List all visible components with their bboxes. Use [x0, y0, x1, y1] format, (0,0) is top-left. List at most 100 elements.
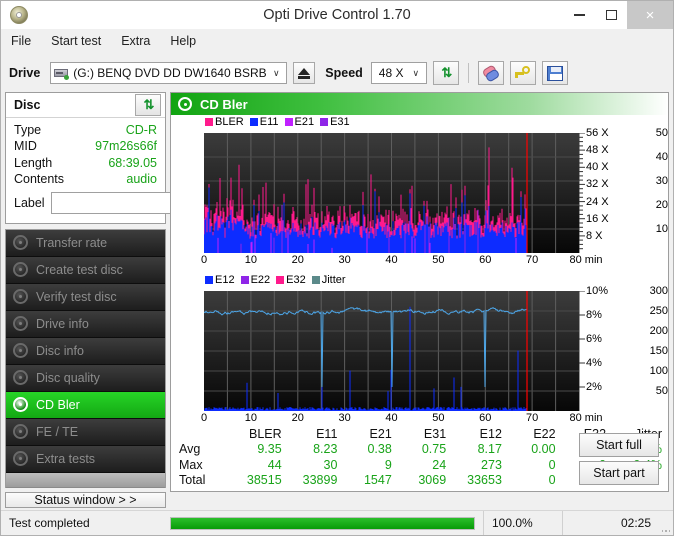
x-tick-label: 70 [525, 412, 539, 424]
disc-length-value: 68:39.05 [108, 155, 157, 170]
panel-title: CD Bler [200, 96, 248, 112]
stats-cell: 0.75 [421, 442, 447, 456]
sidebar-item-disc-quality[interactable]: Disc quality [6, 364, 165, 392]
sidebar-item-drive-info[interactable]: Drive info [6, 310, 165, 338]
sidebar-item-disc-info[interactable]: Disc info [6, 337, 165, 365]
stats-col-e31: E31 [423, 427, 447, 441]
disc-icon [13, 370, 28, 386]
sidebar-item-label: Transfer rate [36, 235, 108, 250]
legend-label: E11 [259, 116, 279, 128]
left-sidebar: Disc ⇅ Type CD-R MID 97m26s66f Length 68… [5, 92, 257, 508]
disc-type-label: Type [14, 123, 42, 137]
sidebar-item-label: Drive info [36, 316, 89, 331]
disc-contents-label: Contents [14, 172, 65, 187]
opti-drive-control-window: Opti Drive Control 1.70 × File Start tes… [0, 0, 674, 536]
right-tick-label: 6% [586, 333, 602, 345]
sidebar-item-create-test-disc[interactable]: Create test disc [6, 256, 165, 284]
right-tick-label: 32 X [586, 178, 609, 191]
right-tick-label: 16 X [586, 212, 609, 225]
sidebar-item-label: Disc info [36, 343, 84, 358]
disc-icon [178, 97, 192, 111]
maximize-button[interactable] [595, 1, 627, 29]
x-tick-label: 60 [479, 412, 492, 424]
legend-item-e31: E31 [320, 116, 350, 128]
right-tick-label: 8 X [586, 229, 603, 242]
x-tick-label: 0 [200, 412, 208, 424]
sidebar-item-cd-bler[interactable]: CD Bler [6, 391, 165, 419]
stats-cell: 38515 [246, 473, 282, 487]
y-tick-label: 150 [649, 345, 668, 357]
window-controls: × [563, 1, 673, 29]
stats-col-bler: BLER [249, 427, 282, 441]
sidebar-item-transfer-rate[interactable]: Transfer rate [6, 229, 165, 257]
y-tick-label: 50 [655, 385, 668, 397]
menu-item-extra[interactable]: Extra [121, 34, 150, 48]
drive-select[interactable]: (G:) BENQ DVD DD DW1640 BSRB ∨ [50, 62, 288, 84]
disc-panel-title: Disc [14, 98, 41, 112]
y-tick-label: 250 [649, 305, 668, 317]
x-tick-label: 30 [338, 254, 351, 266]
stats-row-label: Max [179, 457, 203, 472]
stats-cell: 0.38 [367, 442, 392, 456]
legend-item-e22: E22 [240, 274, 270, 286]
refresh-icon: ⇅ [441, 65, 452, 80]
eject-button[interactable] [293, 62, 316, 84]
legend-item-bler: BLER [205, 116, 244, 128]
save-button[interactable] [541, 61, 568, 85]
stats-cell: 9.35 [257, 442, 282, 456]
menu-item-start-test[interactable]: Start test [51, 34, 101, 48]
disc-refresh-button[interactable]: ⇅ [135, 94, 161, 116]
speed-select[interactable]: 48 X ∨ [370, 62, 427, 84]
stats-col-e11: E11 [316, 427, 338, 441]
toolbar: Drive (G:) BENQ DVD DD DW1640 BSRB ∨ Spe… [1, 54, 673, 92]
progress-bar [162, 511, 483, 535]
legend-item-jitter: Jitter [311, 274, 346, 286]
stats-cell: 9 [384, 457, 392, 472]
sidebar-item-extra-tests[interactable]: Extra tests [6, 445, 165, 473]
start-full-button[interactable]: Start full [579, 433, 659, 457]
y-tick-label: 50 [655, 127, 668, 139]
y-tick-label: 40 [655, 151, 668, 163]
erase-button[interactable] [477, 61, 504, 85]
jitter-chart-legend: E12 E22 E32 Jitter [205, 274, 349, 286]
y-tick-label: 30 [655, 175, 668, 187]
menu-item-help[interactable]: Help [170, 34, 196, 48]
legend-label: E32 [286, 274, 306, 286]
y-tick-label: 10 [655, 223, 668, 235]
stats-cell: 8.17 [477, 442, 502, 456]
legend-swatch [205, 118, 213, 126]
menu-item-file[interactable]: File [11, 34, 31, 48]
status-bar: Test completed 100.0% 02:25 [1, 510, 673, 535]
y-tick-label: 100 [649, 365, 668, 377]
disc-row-mid: MID 97m26s66f [14, 138, 157, 154]
minimize-button[interactable] [563, 1, 595, 29]
speed-label: Speed [325, 66, 363, 80]
start-part-button[interactable]: Start part [579, 461, 659, 485]
progress-fill [171, 517, 474, 529]
disc-row-type: Type CD-R [14, 122, 157, 138]
legend-swatch [205, 276, 213, 284]
disc-icon [13, 397, 28, 413]
key-button[interactable] [509, 61, 536, 85]
x-tick-label: 20 [291, 412, 304, 424]
cd-bler-panel: CD Bler BLER E11 E21 E31 50 40 30 20 10 … [170, 92, 669, 492]
stats-cell: 0 [548, 457, 556, 472]
status-window-button[interactable]: Status window > > [5, 491, 166, 508]
sidebar-item-fe-te[interactable]: FE / TE [6, 418, 165, 446]
close-button[interactable]: × [627, 1, 673, 29]
stats-cell: 24 [432, 457, 447, 472]
refresh-button[interactable]: ⇅ [432, 61, 459, 85]
panel-header: CD Bler [171, 93, 668, 115]
resize-grip[interactable] [659, 511, 673, 535]
stats-cell: 0.00 [531, 442, 556, 456]
right-tick-label: 10% [586, 285, 609, 297]
right-tick-label: 48 X [586, 144, 609, 156]
x-tick-label: 10 [244, 254, 258, 266]
speed-select-value: 48 X [378, 66, 404, 80]
disc-contents-value: audio [126, 172, 157, 187]
x-axis-end-label: 80 min [569, 412, 603, 424]
nav-filler [6, 472, 165, 488]
sidebar-item-verify-test-disc[interactable]: Verify test disc [6, 283, 165, 311]
x-tick-label: 20 [291, 254, 304, 266]
disc-panel-header: Disc ⇅ [6, 93, 165, 118]
